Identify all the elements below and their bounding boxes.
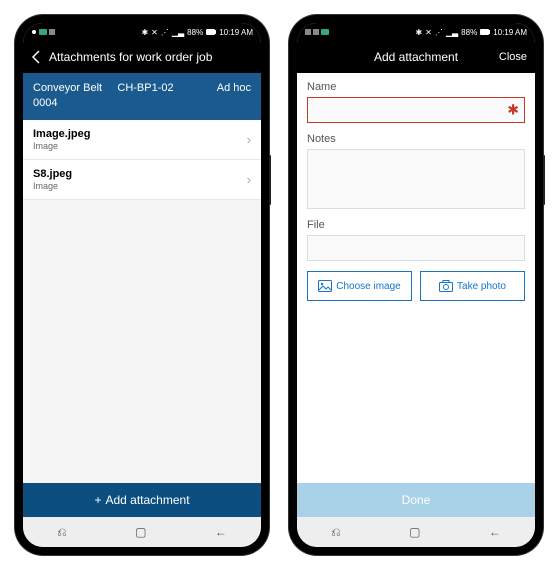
signal-icon: ▁▃ — [172, 28, 184, 37]
bt-icon: ✱ — [141, 28, 148, 37]
add-attachment-button[interactable]: + Add attachment — [23, 483, 261, 517]
camera-icon — [439, 280, 453, 292]
close-button[interactable]: Close — [499, 51, 527, 63]
file-field[interactable] — [307, 235, 525, 261]
home-icon[interactable]: ▢ — [409, 525, 420, 539]
screen-left: ✱ ✕ ⋰ ▁▃ 88% 10:19 AM Attachments for wo… — [23, 23, 261, 547]
item-title: S8.jpeg — [33, 168, 72, 180]
file-label: File — [307, 219, 525, 231]
battery-pct: 88% — [461, 28, 477, 37]
phone-right: ✱ ✕ ⋰ ▁▃ 88% 10:19 AM Add attachment Clo… — [289, 15, 543, 555]
android-nav: ⎌ ▢ ← — [297, 517, 535, 547]
take-photo-label: Take photo — [457, 281, 506, 292]
add-attachment-form: Name ✱ Notes File — [297, 73, 535, 483]
status-right: ✱ ✕ ⋰ ▁▃ 88% 10:19 AM — [415, 28, 527, 37]
back-nav-icon[interactable]: ← — [215, 525, 227, 539]
image-icon — [318, 280, 332, 292]
choose-image-label: Choose image — [336, 281, 400, 292]
list-item[interactable]: S8.jpeg Image › — [23, 160, 261, 200]
add-label: Add attachment — [105, 493, 189, 507]
mute-icon: ✕ — [425, 28, 432, 37]
status-left — [305, 29, 329, 35]
item-title: Image.jpeg — [33, 128, 90, 140]
page-title: Attachments for work order job — [49, 50, 212, 64]
screen-right: ✱ ✕ ⋰ ▁▃ 88% 10:19 AM Add attachment Clo… — [297, 23, 535, 547]
recents-icon[interactable]: ⎌ — [57, 525, 67, 540]
wifi-icon: ⋰ — [435, 28, 443, 37]
android-nav: ⎌ ▢ ← — [23, 517, 261, 547]
battery-icon — [206, 29, 216, 35]
status-left — [31, 29, 55, 35]
attachment-list: Image.jpeg Image › S8.jpeg Image › — [23, 120, 261, 483]
item-sub: Image — [33, 181, 72, 191]
mute-icon: ✕ — [151, 28, 158, 37]
banner-type: Ad hoc — [217, 81, 251, 112]
page-title: Add attachment — [374, 50, 458, 64]
banner-asset: Conveyor Belt — [33, 82, 102, 94]
work-order-banner: Conveyor Belt CH-BP1-02 0004 Ad hoc — [23, 73, 261, 120]
banner-code: CH-BP1-02 — [117, 82, 173, 94]
done-label: Done — [402, 493, 431, 507]
battery-icon — [480, 29, 490, 35]
home-icon[interactable]: ▢ — [135, 525, 146, 539]
name-label: Name — [307, 81, 525, 93]
notes-label: Notes — [307, 133, 525, 145]
app-bar-left: Attachments for work order job — [23, 41, 261, 73]
wifi-icon: ⋰ — [161, 28, 169, 37]
battery-pct: 88% — [187, 28, 203, 37]
app-bar-right: Add attachment Close — [297, 41, 535, 73]
plus-icon: + — [94, 493, 101, 507]
choose-image-button[interactable]: Choose image — [307, 271, 412, 301]
notes-field[interactable] — [307, 149, 525, 209]
required-icon: ✱ — [507, 102, 519, 119]
recents-icon[interactable]: ⎌ — [331, 525, 341, 540]
done-button[interactable]: Done — [297, 483, 535, 517]
banner-id: 0004 — [33, 96, 174, 111]
clock: 10:19 AM — [219, 28, 253, 37]
clock: 10:19 AM — [493, 28, 527, 37]
take-photo-button[interactable]: Take photo — [420, 271, 525, 301]
status-bar: ✱ ✕ ⋰ ▁▃ 88% 10:19 AM — [23, 23, 261, 41]
status-bar: ✱ ✕ ⋰ ▁▃ 88% 10:19 AM — [297, 23, 535, 41]
list-item[interactable]: Image.jpeg Image › — [23, 120, 261, 160]
bt-icon: ✱ — [415, 28, 422, 37]
chevron-right-icon: › — [247, 132, 251, 147]
back-icon[interactable] — [31, 50, 41, 64]
name-field[interactable] — [307, 97, 525, 123]
back-nav-icon[interactable]: ← — [489, 525, 501, 539]
phone-left: ✱ ✕ ⋰ ▁▃ 88% 10:19 AM Attachments for wo… — [15, 15, 269, 555]
item-sub: Image — [33, 141, 90, 151]
signal-icon: ▁▃ — [446, 28, 458, 37]
chevron-right-icon: › — [247, 172, 251, 187]
status-right: ✱ ✕ ⋰ ▁▃ 88% 10:19 AM — [141, 28, 253, 37]
